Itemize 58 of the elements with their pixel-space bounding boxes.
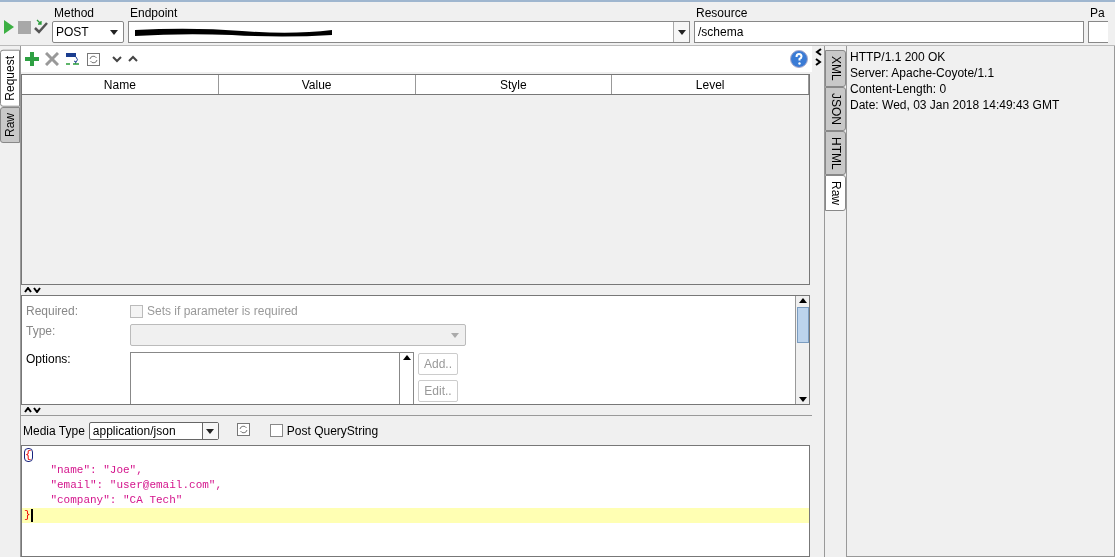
scroll-up-icon[interactable] xyxy=(797,296,808,304)
help-icon[interactable] xyxy=(790,50,808,68)
scroll-down-icon[interactable] xyxy=(797,396,808,404)
code-editor[interactable]: { "name": "Joe", "email": "user@email.com", "company": "CA Tech" } xyxy=(21,445,810,557)
caret-icon xyxy=(675,27,688,37)
caret-icon xyxy=(449,330,461,340)
response-line: Content-Length: 0 xyxy=(850,81,948,97)
response-line: HTTP/1.1 200 OK xyxy=(850,49,947,65)
code-line: } xyxy=(24,509,31,521)
endpoint-field[interactable] xyxy=(128,21,690,43)
play-icon[interactable] xyxy=(3,19,15,35)
code-line: { xyxy=(24,448,33,462)
field-label: Options: xyxy=(26,352,72,368)
side-tab[interactable]: Raw xyxy=(825,175,846,212)
side-tab[interactable]: HTML xyxy=(825,130,846,176)
move-up-icon[interactable] xyxy=(128,55,138,63)
side-tab[interactable]: Raw xyxy=(0,106,20,143)
response-line: Server: Apache-Coyote/1.1 xyxy=(850,65,996,81)
refresh-box-icon[interactable] xyxy=(236,422,250,436)
side-tab[interactable]: JSON xyxy=(825,86,846,131)
field-label: Media Type xyxy=(23,423,85,438)
method-dropdown[interactable]: POST xyxy=(52,21,124,43)
url-arrow-icon[interactable] xyxy=(65,52,81,66)
field-label: Required: xyxy=(26,304,80,318)
field-label: Type: xyxy=(26,324,57,340)
checkbox[interactable] xyxy=(269,424,283,437)
field-label: Endpoint xyxy=(129,6,179,20)
field-label: Method xyxy=(53,6,96,20)
scroll-thumb[interactable] xyxy=(796,307,809,343)
check-arrow-icon[interactable] xyxy=(34,19,48,35)
scroll-up-icon[interactable] xyxy=(401,353,412,361)
input-field[interactable] xyxy=(1088,21,1108,43)
column-header[interactable]: Style xyxy=(415,75,613,94)
code-line: "email": "user@email.com", xyxy=(49,479,223,491)
field-label: Pa xyxy=(1089,6,1106,20)
checkbox[interactable] xyxy=(130,304,143,318)
side-tab[interactable]: XML xyxy=(825,50,846,87)
column-header[interactable]: Level xyxy=(612,75,809,94)
media-type-dropdown[interactable]: application/json xyxy=(88,421,219,440)
response-line: Date: Wed, 03 Jan 2018 14:49:43 GMT xyxy=(850,97,1061,113)
splitter-arrows-icon[interactable] xyxy=(24,407,42,413)
side-tab[interactable]: Request xyxy=(0,50,20,107)
checkbox-label: Post QueryString xyxy=(286,423,379,438)
collapse-arrows-icon[interactable] xyxy=(814,48,822,66)
add-icon[interactable] xyxy=(25,52,39,66)
code-line: "name": "Joe", xyxy=(49,464,143,476)
code-line: "company": "CA Tech" xyxy=(49,494,183,506)
field-label: Resource xyxy=(695,6,749,20)
delete-icon[interactable] xyxy=(45,52,59,66)
resource-field[interactable]: /schema xyxy=(694,21,1084,43)
text-cursor xyxy=(30,508,33,522)
column-header[interactable]: Value xyxy=(218,75,416,94)
move-down-icon[interactable] xyxy=(112,55,122,63)
splitter-arrows-icon[interactable] xyxy=(24,287,42,293)
caret-icon xyxy=(108,27,120,37)
column-header[interactable]: Name xyxy=(22,75,219,94)
checkbox-label: Sets if parameter is required xyxy=(147,304,298,318)
refresh-box-icon[interactable] xyxy=(87,52,100,66)
